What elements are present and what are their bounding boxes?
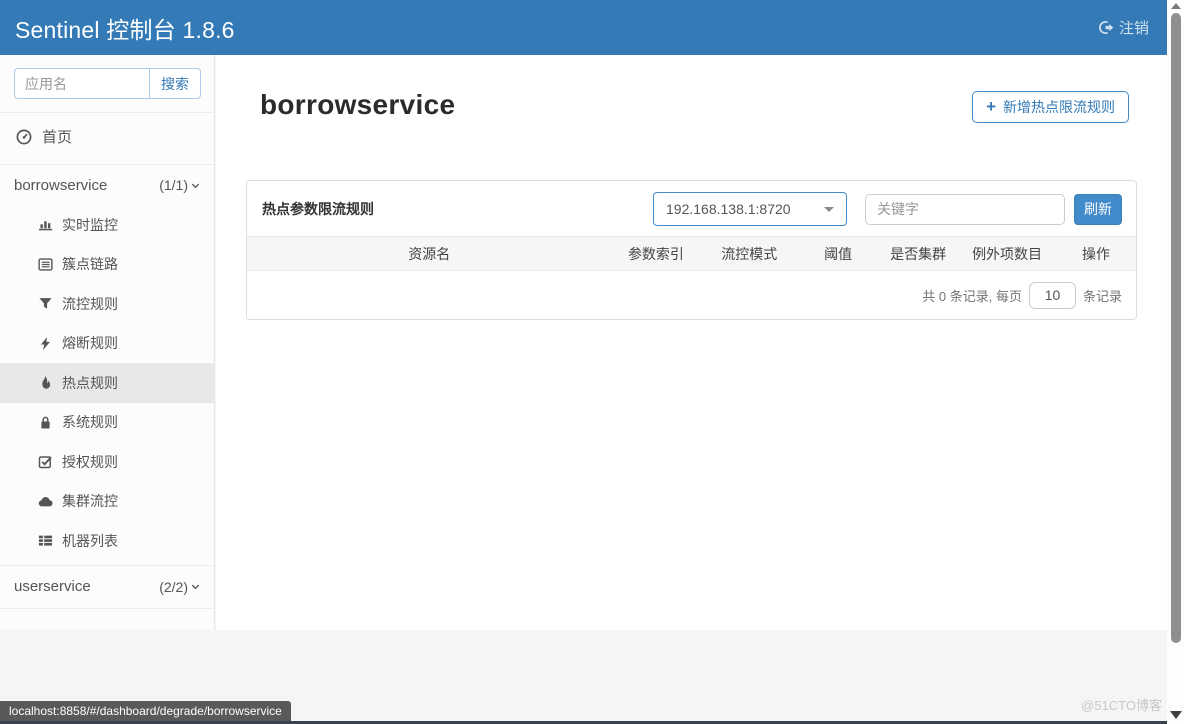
app-title: Sentinel 控制台 1.8.6 — [15, 11, 235, 45]
th-list-icon — [38, 533, 53, 548]
sidebar-item-flow-rules[interactable]: 流控规则 — [0, 284, 214, 324]
sidebar: 搜索 首页 borrowservice (1/1) 实时监控 — [0, 55, 215, 630]
app-search-input[interactable] — [14, 68, 149, 99]
sidebar-submenu-borrowservice: 实时监控 簇点链路 流控规则 熔断规则 — [0, 205, 214, 561]
sidebar-item-system-rules[interactable]: 系统规则 — [0, 403, 214, 443]
sidebar-divider — [0, 608, 214, 609]
sidebar-item-cluster-flow[interactable]: 集群流控 — [0, 482, 214, 522]
sign-out-icon — [1099, 20, 1114, 35]
watermark: @51CTO博客 — [1081, 695, 1162, 714]
caret-down-icon — [824, 207, 834, 212]
main-content: borrowservice + 新增热点限流规则 热点参数限流规则 192.16… — [216, 55, 1167, 630]
chevron-down-icon — [190, 180, 201, 191]
rules-table: 资源名 参数索引 流控模式 阈值 是否集群 例外项数目 操作 — [247, 236, 1136, 271]
app-search-button[interactable]: 搜索 — [149, 68, 201, 99]
add-rule-button-label: 新增热点限流规则 — [1003, 97, 1115, 117]
panel-title: 热点参数限流规则 — [262, 199, 653, 219]
cloud-icon — [38, 494, 53, 509]
keyword-input[interactable] — [865, 194, 1065, 225]
sidebar-item-authority-rules[interactable]: 授权规则 — [0, 442, 214, 482]
page-size-input[interactable] — [1029, 282, 1076, 309]
sidebar-item-degrade-rules[interactable]: 熔断规则 — [0, 324, 214, 364]
rules-panel: 热点参数限流规则 192.168.138.1:8720 刷新 资源名 参数索引 … — [246, 180, 1137, 320]
logout-link[interactable]: 注销 — [1099, 17, 1149, 38]
fire-icon — [38, 375, 53, 390]
vertical-scrollbar — [1167, 0, 1184, 724]
col-resource-name: 资源名 — [247, 237, 612, 271]
scrollbar-down-arrow-icon[interactable] — [1170, 711, 1182, 719]
rules-panel-header: 热点参数限流规则 192.168.138.1:8720 刷新 — [247, 181, 1136, 236]
sidebar-item-home[interactable]: 首页 — [0, 113, 214, 159]
sidebar-item-label: 系统规则 — [62, 412, 118, 432]
app-window: Sentinel 控制台 1.8.6 注销 搜索 首页 borrowservic… — [0, 0, 1184, 724]
app-name: userservice — [14, 578, 91, 595]
chevron-down-icon — [190, 581, 201, 592]
pagination-suffix: 条记录 — [1083, 286, 1122, 305]
col-param-index: 参数索引 — [612, 237, 701, 271]
sidebar-item-label: 集群流控 — [62, 491, 118, 511]
sidebar-item-label: 实时监控 — [62, 215, 118, 235]
col-threshold: 阈值 — [798, 237, 878, 271]
pagination-prefix: 共 0 条记录, 每页 — [922, 286, 1022, 305]
col-is-cluster: 是否集群 — [878, 237, 958, 271]
sidebar-item-param-flow-rules[interactable]: 热点规则 — [0, 363, 214, 403]
page-header: borrowservice + 新增热点限流规则 — [246, 89, 1137, 133]
filter-icon — [38, 296, 53, 311]
sidebar-item-label: 机器列表 — [62, 531, 118, 551]
scrollbar-up-arrow-icon[interactable] — [1171, 3, 1181, 9]
app-name: borrowservice — [14, 177, 107, 194]
sidebar-item-cluster-link[interactable]: 簇点链路 — [0, 245, 214, 285]
sidebar-app-userservice[interactable]: userservice (2/2) — [0, 566, 214, 608]
app-search-group: 搜索 — [14, 68, 201, 99]
logout-label: 注销 — [1119, 17, 1149, 38]
list-alt-icon — [38, 257, 53, 272]
sidebar-item-label: 首页 — [42, 126, 72, 147]
status-bar-url: localhost:8858/#/dashboard/degrade/borro… — [0, 701, 291, 721]
sidebar-item-label: 熔断规则 — [62, 333, 118, 353]
scrollbar-thumb[interactable] — [1171, 13, 1181, 643]
app-machine-count: (1/1) — [159, 177, 201, 193]
lock-icon — [38, 415, 53, 430]
col-flow-mode: 流控模式 — [700, 237, 798, 271]
plus-icon: + — [986, 98, 996, 115]
flash-icon — [38, 336, 53, 351]
add-rule-button[interactable]: + 新增热点限流规则 — [972, 91, 1129, 123]
dashboard-gauge-icon — [16, 129, 31, 144]
machine-select[interactable]: 192.168.138.1:8720 — [653, 192, 847, 226]
top-header: Sentinel 控制台 1.8.6 注销 — [0, 0, 1167, 55]
sidebar-app-borrowservice[interactable]: borrowservice (1/1) — [0, 165, 214, 205]
col-exception-count: 例外项数目 — [958, 237, 1056, 271]
machine-select-value: 192.168.138.1:8720 — [666, 201, 824, 217]
sidebar-item-label: 热点规则 — [62, 373, 118, 393]
sidebar-item-realtime-monitor[interactable]: 实时监控 — [0, 205, 214, 245]
col-operations: 操作 — [1056, 237, 1136, 271]
sidebar-item-label: 簇点链路 — [62, 254, 118, 274]
bar-chart-icon — [38, 217, 53, 232]
sidebar-item-label: 授权规则 — [62, 452, 118, 472]
check-square-icon — [38, 454, 53, 469]
table-header-row: 资源名 参数索引 流控模式 阈值 是否集群 例外项数目 操作 — [247, 237, 1136, 271]
app-machine-count: (2/2) — [159, 579, 201, 595]
sidebar-item-machine-list[interactable]: 机器列表 — [0, 521, 214, 561]
pagination-bar: 共 0 条记录, 每页 条记录 — [247, 271, 1136, 319]
sidebar-item-label: 流控规则 — [62, 294, 118, 314]
refresh-button[interactable]: 刷新 — [1074, 194, 1122, 225]
